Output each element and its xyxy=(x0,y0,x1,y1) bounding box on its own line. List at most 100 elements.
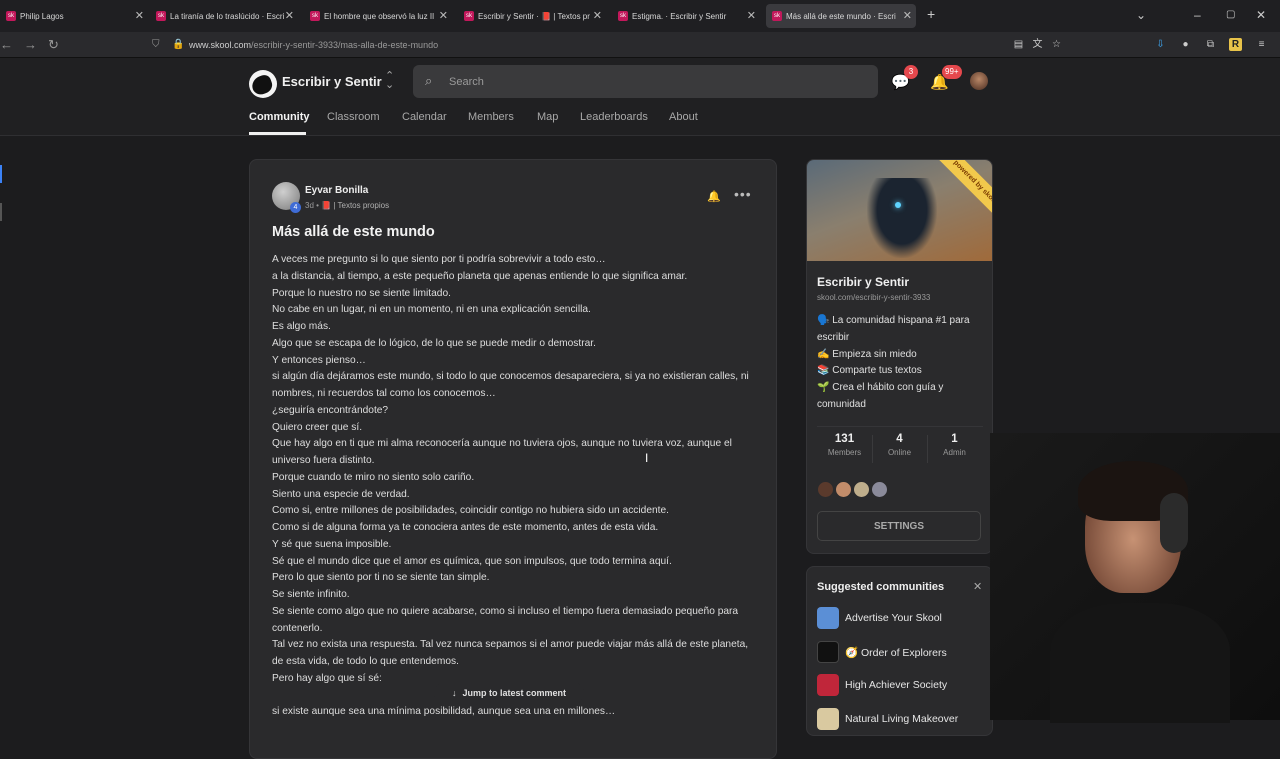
webcam-person-body xyxy=(1050,603,1230,723)
post-line: a la distancia, al tiempo, a este pequeñ… xyxy=(272,270,688,282)
browser-tab[interactable]: sk El hombre que observó la luz II ✕ xyxy=(304,4,452,28)
edge-marker xyxy=(0,165,2,183)
post-category[interactable]: 📕 | Textos propios xyxy=(321,201,389,210)
post-title: Más allá de este mundo xyxy=(272,224,435,240)
post-line: Se siente como algo que no quiere acabar… xyxy=(272,605,739,634)
member-avatar[interactable] xyxy=(871,481,888,498)
close-tab-icon[interactable]: ✕ xyxy=(747,9,756,22)
tab-leaderboards[interactable]: Leaderboards xyxy=(580,111,648,123)
settings-button[interactable]: SETTINGS xyxy=(817,511,981,541)
post-line: Algo que se escapa de lo lógico, de lo q… xyxy=(272,337,596,349)
tab-list-chevron-icon[interactable]: ⌄ xyxy=(1136,8,1146,22)
group-switcher-icon[interactable]: ⌃ ⌄ xyxy=(385,71,394,91)
arrow-down-icon: ↓ xyxy=(451,688,457,698)
download-icon[interactable]: ⇩ xyxy=(1154,38,1167,51)
maximize-icon[interactable]: ▢ xyxy=(1226,9,1235,20)
member-avatar[interactable] xyxy=(853,481,870,498)
member-avatar[interactable] xyxy=(817,481,834,498)
close-tab-icon[interactable]: ✕ xyxy=(903,9,912,22)
post-line: A veces me pregunto si lo que siento por… xyxy=(272,254,606,265)
stat-value: 4 xyxy=(896,433,903,445)
reader-view-icon[interactable]: ▤ xyxy=(1012,38,1025,51)
suggested-item[interactable]: 🧭 Order of Explorers xyxy=(817,641,987,663)
back-arrow-icon[interactable]: ← xyxy=(0,37,13,52)
browser-tab[interactable]: sk Estigma. · Escribir y Sentir ✕ xyxy=(612,4,760,28)
tab-members[interactable]: Members xyxy=(468,111,514,123)
post-meta: 3d • 📕 | Textos propios xyxy=(305,201,390,210)
close-icon[interactable]: ✕ xyxy=(973,580,982,593)
browser-tab[interactable]: sk Escribir y Sentir · 📕 | Textos pr ✕ xyxy=(458,4,606,28)
menu-icon[interactable]: ≡ xyxy=(1255,38,1268,51)
post-line: Pero lo que siento por ti no se siente t… xyxy=(272,572,490,584)
jump-to-latest-comment-button[interactable]: ↓ Jump to latest comment xyxy=(434,682,584,704)
minimize-icon[interactable]: – xyxy=(1194,8,1201,22)
community-name: Advertise Your Skool xyxy=(845,612,942,624)
new-tab-button[interactable]: + xyxy=(927,6,935,22)
tab-calendar[interactable]: Calendar xyxy=(402,111,447,123)
active-tab-indicator xyxy=(249,132,306,135)
follow-bell-icon[interactable]: 🔔 xyxy=(707,190,721,203)
group-stats: 131 Members 4 Online 1 Admin xyxy=(817,426,983,466)
tab-title: Escribir y Sentir · 📕 | Textos pr xyxy=(478,11,590,21)
url-path: /escribir-y-sentir-3933/mas-alla-de-este… xyxy=(251,40,439,50)
close-tab-icon[interactable]: ✕ xyxy=(135,9,144,22)
address-bar[interactable]: www.skool.com/escribir-y-sentir-3933/mas… xyxy=(189,40,438,50)
stat-members[interactable]: 131 Members xyxy=(817,433,872,457)
suggested-item[interactable]: High Achiever Society xyxy=(817,674,987,696)
bookmark-star-icon[interactable]: ☆ xyxy=(1050,38,1063,51)
browser-tab-active[interactable]: sk Más allá de este mundo · Escri ✕ xyxy=(766,4,916,28)
post-line: Quiero creer que sí. xyxy=(272,421,363,433)
url-host: www.skool.com xyxy=(189,40,252,50)
group-url: skool.com/escribir-y-sentir-3933 xyxy=(817,293,931,302)
powered-by-skool-ribbon[interactable]: powered by skool xyxy=(933,160,992,225)
tab-about[interactable]: About xyxy=(669,111,698,123)
reload-icon[interactable]: ↻ xyxy=(48,37,59,53)
suggested-item[interactable]: Advertise Your Skool xyxy=(817,607,987,629)
stat-online[interactable]: 4 Online xyxy=(872,433,927,457)
group-description: 🗣️ La comunidad hispana #1 para escribir… xyxy=(817,313,985,414)
tab-community[interactable]: Community xyxy=(249,111,310,123)
post-line: Como si de alguna forma ya te conociera … xyxy=(272,522,659,533)
stat-label: Online xyxy=(887,448,912,457)
stat-value: 131 xyxy=(834,433,855,445)
member-avatar[interactable] xyxy=(835,481,852,498)
tab-classroom[interactable]: Classroom xyxy=(327,111,380,123)
post-line: Y sé que suena imposible. xyxy=(272,538,392,550)
window-close-icon[interactable]: ✕ xyxy=(1256,8,1266,22)
stat-label: Members xyxy=(827,448,862,457)
site-info-icon[interactable]: ⛉ xyxy=(152,39,160,50)
suggested-item[interactable]: Natural Living Makeover xyxy=(817,708,987,730)
extension-icon[interactable]: ● xyxy=(1179,38,1192,51)
post-line: Porque cuando te miro no siento solo car… xyxy=(272,471,475,483)
desc-line: 🌱 Crea el hábito con guía y comunidad xyxy=(817,382,944,410)
author-name[interactable]: Eyvar Bonilla xyxy=(305,185,368,196)
post-time: 3d xyxy=(305,201,314,210)
translate-icon[interactable]: 文 xyxy=(1031,38,1044,51)
suggested-communities: Suggested communities ✕ Advertise Your S… xyxy=(806,566,993,736)
browser-tab[interactable]: sk Philip Lagos ✕ xyxy=(0,4,148,28)
extensions-puzzle-icon[interactable]: ⧉ xyxy=(1204,38,1217,51)
search-input[interactable] xyxy=(449,73,849,91)
tab-map[interactable]: Map xyxy=(537,111,558,123)
community-name: High Achiever Society xyxy=(845,679,948,691)
group-name[interactable]: Escribir y Sentir xyxy=(282,74,382,89)
notification-badge: 99+ xyxy=(942,65,962,79)
raven-eye xyxy=(895,202,901,208)
post-line: ¿seguiría encontrándote? xyxy=(272,404,389,416)
user-avatar[interactable] xyxy=(970,72,988,90)
search-box[interactable]: ⌕ xyxy=(413,65,878,98)
close-tab-icon[interactable]: ✕ xyxy=(593,9,602,22)
chat-badge: 3 xyxy=(904,65,918,79)
tab-title: Más allá de este mundo · Escri xyxy=(786,11,896,21)
community-icon xyxy=(817,607,839,629)
close-tab-icon[interactable]: ✕ xyxy=(285,9,294,22)
stat-admin[interactable]: 1 Admin xyxy=(927,433,982,457)
close-tab-icon[interactable]: ✕ xyxy=(439,9,448,22)
post-line: si algún día dejáramos este mundo, si to… xyxy=(272,371,749,399)
forward-arrow-icon[interactable]: → xyxy=(24,37,37,52)
extension-r-icon[interactable]: R xyxy=(1229,38,1242,51)
headset-icon xyxy=(1160,493,1188,553)
more-options-icon[interactable]: ••• xyxy=(734,186,752,202)
group-logo[interactable] xyxy=(249,70,277,98)
browser-tab[interactable]: sk La tiranía de lo traslúcido · Escri ✕ xyxy=(150,4,298,28)
